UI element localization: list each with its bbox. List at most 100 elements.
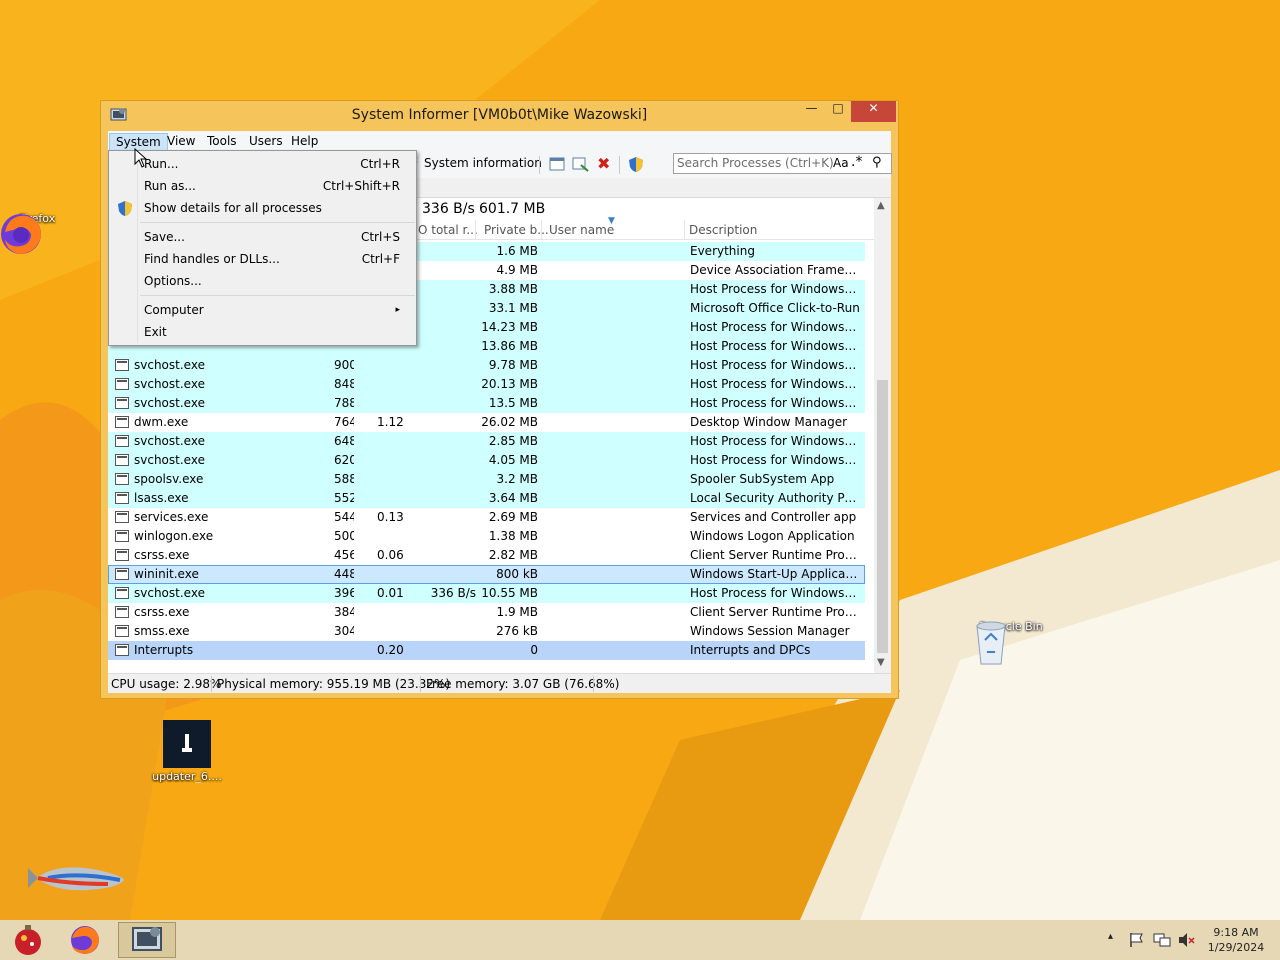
process-name: winlogon.exe — [134, 529, 214, 543]
process-private-bytes: 2.85 MB — [488, 434, 538, 448]
process-icon — [115, 644, 129, 656]
menu-users[interactable]: Users — [243, 133, 289, 151]
menu-item-find-handles[interactable]: Find handles or DLLs... Ctrl+F — [111, 248, 414, 270]
table-row[interactable]: svchost.exe 788 13.5 MB Host Process for Wi… — [108, 394, 865, 413]
clock-date: 1/29/2024 — [1207, 941, 1265, 954]
column-description[interactable]: Description — [689, 223, 757, 237]
tray-show-hidden-icon[interactable]: ▴ — [1108, 931, 1113, 942]
process-private-bytes: 10.55 MB — [481, 586, 538, 600]
process-name: svchost.exe — [134, 586, 205, 600]
shield-icon[interactable] — [628, 156, 644, 173]
menu-tools[interactable]: Tools — [201, 133, 243, 151]
updater-desktop-icon[interactable]: updater_6.... — [147, 720, 227, 783]
process-pid: 456 — [334, 548, 354, 562]
menu-item-shortcut: Ctrl+S — [360, 230, 400, 244]
process-description: Windows Session Manager — [690, 624, 850, 638]
vertical-scrollbar[interactable]: ▲ ▼ — [874, 198, 891, 673]
window-title: System Informer [VM0b0t\Mike Wazowski] — [351, 107, 648, 123]
process-pid: 552 — [334, 491, 354, 505]
column-io-total[interactable]: O total r... — [418, 223, 478, 237]
system-informer-taskbar-icon — [132, 927, 162, 951]
menu-item-show-details[interactable]: Show details for all processes — [111, 197, 414, 219]
column-user-name[interactable]: User name — [549, 223, 614, 237]
terminate-icon[interactable]: ✖ — [597, 154, 610, 173]
taskbar-ornament-app[interactable] — [0, 922, 58, 958]
memory-graph-value: 601.7 MB — [479, 201, 546, 217]
menu-item-save[interactable]: Save... Ctrl+S — [111, 226, 414, 248]
table-row[interactable]: csrss.exe 456 0.06 2.82 MB Client Server Run… — [108, 546, 865, 565]
fish-icon[interactable] — [28, 858, 128, 898]
firefox-desktop-icon[interactable]: Firefox — [0, 210, 77, 254]
table-row[interactable]: svchost.exe 396 0.01 336 B/s 10.55 MB Host Pr… — [108, 584, 865, 603]
taskbar-system-informer[interactable] — [118, 922, 176, 958]
process-description: Host Process for Windows Ser... — [690, 320, 860, 334]
regex-toggle[interactable]: .* — [851, 154, 862, 170]
menu-help[interactable]: Help — [285, 133, 324, 151]
minimize-button[interactable]: — — [798, 101, 825, 122]
menu-item-shortcut: Ctrl+Shift+R — [322, 179, 400, 193]
table-row[interactable]: csrss.exe 384 1.9 MB Client Server Runtime … — [108, 603, 865, 622]
column-separator[interactable] — [475, 220, 476, 240]
process-cpu: 1.12 — [377, 415, 404, 429]
scroll-thumb[interactable] — [877, 380, 888, 653]
process-pid: 304 — [334, 624, 354, 638]
taskbar: ▴ 9:18 AM 1/29/2024 — [0, 920, 1280, 960]
process-description: Host Process for Windows Ser... — [690, 377, 860, 391]
table-row[interactable]: dwm.exe 764 1.12 26.02 MB Desktop Window Man… — [108, 413, 865, 432]
process-private-bytes: 3.2 MB — [496, 472, 538, 486]
match-case-toggle[interactable]: Aa — [833, 156, 849, 170]
find-window-icon[interactable] — [572, 157, 589, 172]
column-separator[interactable] — [684, 220, 685, 240]
scroll-down-arrow-icon[interactable]: ▼ — [877, 657, 885, 668]
menu-bar: System View Tools Users Help — [108, 131, 891, 152]
process-private-bytes: 13.5 MB — [488, 396, 538, 410]
process-name: svchost.exe — [134, 453, 205, 467]
table-row[interactable]: Interrupts 0.20 0 Interrupts and DPCs — [108, 641, 865, 660]
clock[interactable]: 9:18 AM 1/29/2024 — [1198, 925, 1274, 955]
column-private-bytes[interactable]: Private b... — [484, 223, 549, 237]
table-row[interactable]: winlogon.exe 500 1.38 MB Windows Logon Appl… — [108, 527, 865, 546]
close-button[interactable]: ✕ — [851, 101, 896, 122]
table-row[interactable]: svchost.exe 900 9.78 MB Host Process for Wi… — [108, 356, 865, 375]
volume-muted-icon[interactable] — [1177, 932, 1195, 948]
taskbar-firefox[interactable] — [56, 922, 114, 958]
window-icon[interactable] — [549, 157, 565, 171]
process-icon — [115, 549, 129, 561]
title-bar[interactable]: System Informer [VM0b0t\Mike Wazowski] —… — [101, 101, 898, 131]
recycle-bin-icon[interactable]: Recycle Bin — [971, 618, 1051, 665]
menu-item-run[interactable]: Run... Ctrl+R — [111, 153, 414, 175]
menu-item-label: Run... — [144, 157, 179, 171]
process-pid: 384 — [334, 605, 354, 619]
table-row[interactable]: spoolsv.exe 588 3.2 MB Spooler SubSystem Ap… — [108, 470, 865, 489]
table-row[interactable]: smss.exe 304 276 kB Windows Session Manager — [108, 622, 865, 641]
menu-item-options[interactable]: Options... — [111, 270, 414, 292]
io-graph-value: 336 B/s — [422, 201, 475, 217]
process-icon — [115, 606, 129, 618]
process-name: svchost.exe — [134, 396, 205, 410]
scroll-up-arrow-icon[interactable]: ▲ — [877, 200, 885, 211]
process-description: Desktop Window Manager — [690, 415, 848, 429]
network-icon[interactable] — [1153, 932, 1171, 948]
menu-view[interactable]: View — [161, 133, 201, 151]
process-description: Everything — [690, 244, 755, 258]
column-separator[interactable] — [541, 220, 542, 240]
system-information-button[interactable]: System information — [424, 156, 542, 170]
table-row[interactable]: services.exe 544 0.13 2.69 MB Services and C… — [108, 508, 865, 527]
search-icon[interactable]: ⚲ — [872, 155, 882, 170]
table-row[interactable]: svchost.exe 620 4.05 MB Host Process for Wi… — [108, 451, 865, 470]
table-row[interactable]: svchost.exe 648 2.85 MB Host Process for Wi… — [108, 432, 865, 451]
menu-item-computer[interactable]: Computer ▸ — [111, 299, 414, 321]
toolbar-separator — [539, 156, 540, 174]
table-row[interactable]: lsass.exe 552 3.64 MB Local Security Author… — [108, 489, 865, 508]
table-row[interactable]: wininit.exe 448 800 kB Windows Start-Up App… — [108, 565, 865, 584]
process-description: Services and Controller app — [690, 510, 857, 524]
table-row[interactable]: svchost.exe 848 20.13 MB Host Process for W… — [108, 375, 865, 394]
search-processes-input[interactable]: Search Processes (Ctrl+K) Aa .* ⚲ — [673, 153, 892, 174]
process-pid: 900 — [334, 358, 354, 372]
process-description: Host Process for Windows Ser... — [690, 453, 860, 467]
recycle-bin-icon-graphic — [976, 621, 1006, 665]
maximize-button[interactable]: □ — [825, 101, 851, 122]
menu-item-run-as[interactable]: Run as... Ctrl+Shift+R — [111, 175, 414, 197]
action-center-flag-icon[interactable] — [1129, 932, 1145, 948]
menu-item-exit[interactable]: Exit — [111, 321, 414, 343]
